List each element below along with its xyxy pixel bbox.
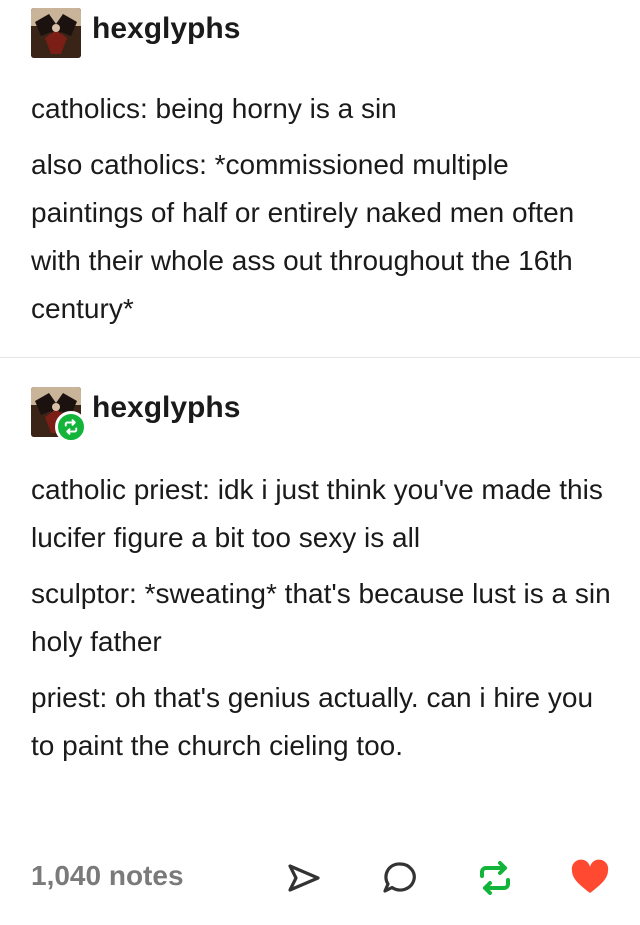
avatar[interactable]	[31, 8, 81, 58]
like-icon[interactable]	[570, 858, 610, 898]
avatar-art	[31, 8, 81, 58]
reblog-badge-icon	[55, 411, 87, 443]
post-username[interactable]: hexglyphs	[92, 391, 240, 425]
post-divider	[0, 357, 640, 358]
notes-count[interactable]: 1,040 notes	[31, 860, 184, 892]
post-paragraph: sculptor: *sweating* that's because lust…	[31, 578, 611, 657]
share-icon[interactable]	[284, 858, 324, 898]
post-paragraph: priest: oh that's genius actually. can i…	[31, 682, 594, 761]
avatar[interactable]	[31, 387, 87, 443]
post-paragraph: catholic priest: idk i just think you've…	[31, 474, 603, 553]
post-body: catholics: being horny is a sin also cat…	[31, 85, 621, 341]
post-footer: 1,040 notes	[0, 848, 640, 908]
post-username[interactable]: hexglyphs	[92, 12, 240, 46]
post-paragraph: catholics: being horny is a sin	[31, 93, 397, 124]
post-body: catholic priest: idk i just think you've…	[31, 466, 621, 778]
reblog-icon[interactable]	[475, 858, 515, 898]
avatar-image	[31, 8, 81, 58]
post-paragraph: also catholics: *commissioned multiple p…	[31, 149, 575, 324]
reply-icon[interactable]	[380, 858, 420, 898]
